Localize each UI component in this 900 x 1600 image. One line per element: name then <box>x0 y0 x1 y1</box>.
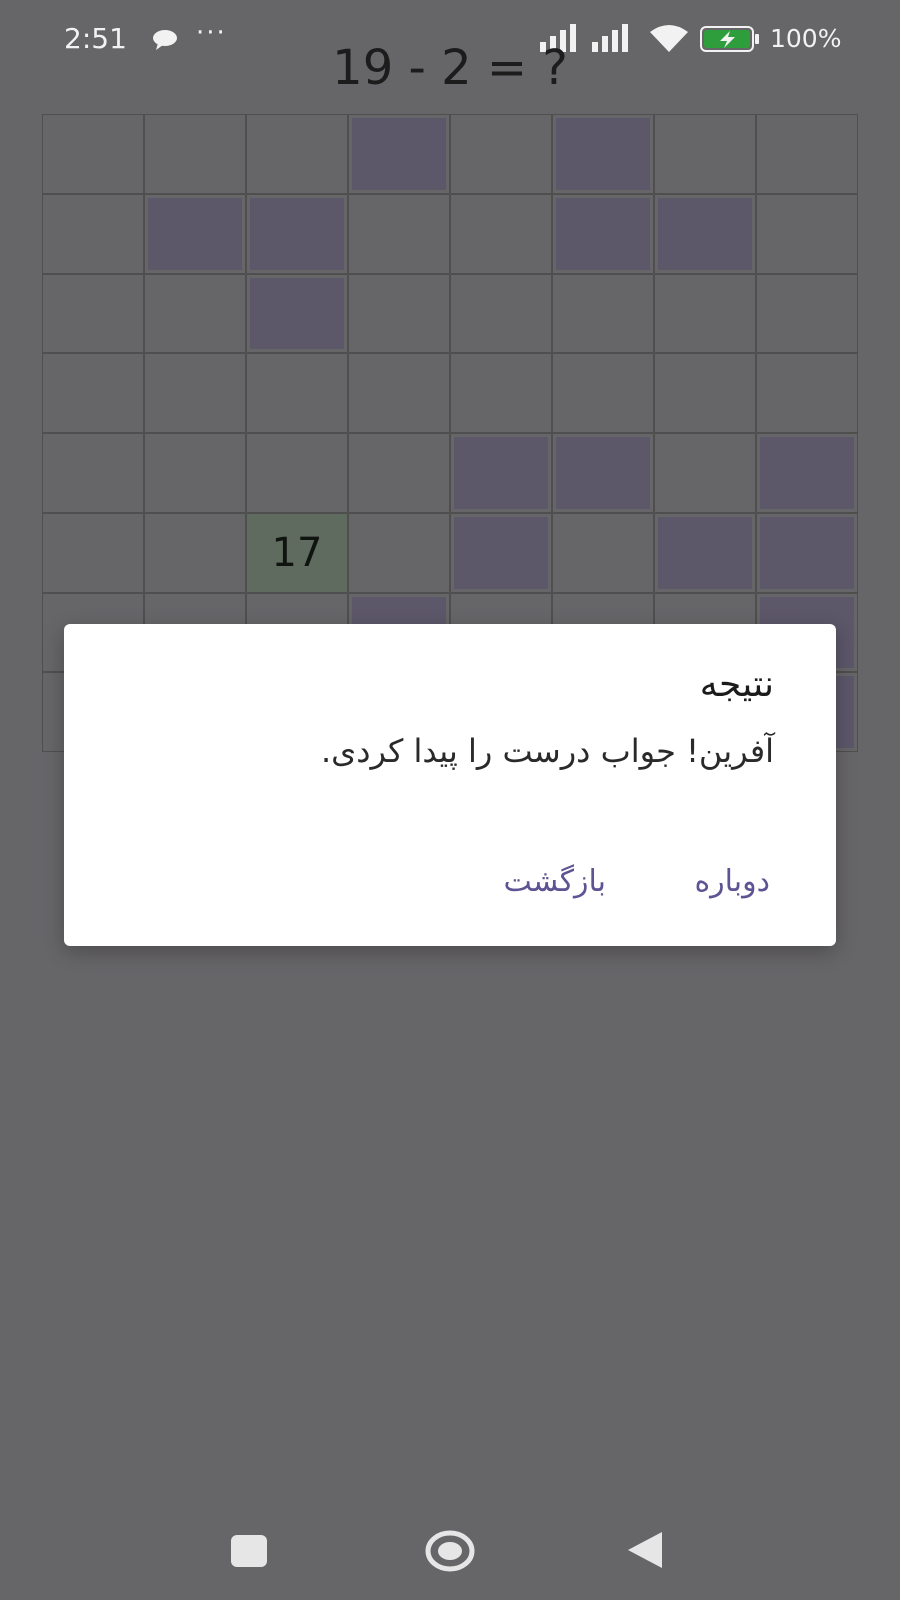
grid-cell[interactable] <box>450 512 552 593</box>
grid-cell[interactable] <box>654 114 756 194</box>
grid-cell[interactable] <box>450 353 552 433</box>
system-nav-bar <box>0 1500 900 1600</box>
grid-cell[interactable] <box>246 353 348 433</box>
grid-cell[interactable] <box>42 512 144 593</box>
grid-cell[interactable] <box>756 353 858 433</box>
grid-cell[interactable] <box>348 273 450 354</box>
grid-cell[interactable] <box>756 273 858 354</box>
grid-cell[interactable] <box>348 193 450 274</box>
grid-cell[interactable] <box>756 512 858 593</box>
answer-cell[interactable]: 17 <box>246 512 348 593</box>
grid-cell[interactable] <box>348 353 450 433</box>
grid-cell[interactable] <box>144 353 246 433</box>
grid-cell[interactable] <box>552 114 654 194</box>
grid-cell[interactable] <box>552 273 654 354</box>
grid-cell[interactable] <box>552 353 654 433</box>
grid-cell[interactable] <box>144 114 246 194</box>
grid-cell[interactable] <box>654 353 756 433</box>
grid-cell[interactable] <box>654 433 756 513</box>
equation-title: 19 - 2 = ? <box>332 40 568 96</box>
result-dialog: نتیجه آفرین! جواب درست را پیدا کردی. دوب… <box>64 624 836 946</box>
grid-cell[interactable] <box>144 193 246 274</box>
grid-cell[interactable] <box>348 114 450 194</box>
grid-cell[interactable] <box>348 433 450 513</box>
grid-cell[interactable] <box>552 193 654 274</box>
grid-cell[interactable] <box>756 193 858 274</box>
grid-cell[interactable] <box>450 114 552 194</box>
grid-cell[interactable] <box>654 193 756 274</box>
grid-cell[interactable] <box>450 273 552 354</box>
back-button[interactable]: بازگشت <box>504 864 606 899</box>
grid-cell[interactable] <box>756 114 858 194</box>
grid-cell[interactable] <box>552 512 654 593</box>
grid-cell[interactable] <box>450 433 552 513</box>
back-icon[interactable] <box>626 1530 666 1570</box>
grid-cell[interactable] <box>42 273 144 354</box>
home-icon[interactable] <box>425 1530 475 1572</box>
grid-cell[interactable] <box>450 193 552 274</box>
dialog-message: آفرین! جواب درست را پیدا کردی. <box>320 732 774 770</box>
grid-cell[interactable] <box>144 433 246 513</box>
grid-cell[interactable] <box>552 433 654 513</box>
grid-cell[interactable] <box>144 512 246 593</box>
grid-cell[interactable] <box>246 273 348 354</box>
grid-cell[interactable] <box>654 273 756 354</box>
grid-cell[interactable] <box>42 353 144 433</box>
grid-cell[interactable] <box>42 433 144 513</box>
grid-cell[interactable] <box>246 433 348 513</box>
grid-cell[interactable] <box>42 193 144 274</box>
grid-cell[interactable] <box>246 193 348 274</box>
dialog-title: نتیجه <box>699 664 774 705</box>
grid-cell[interactable] <box>756 433 858 513</box>
grid-cell[interactable] <box>348 512 450 593</box>
recent-apps-icon[interactable] <box>231 1535 267 1567</box>
grid-cell[interactable] <box>654 512 756 593</box>
grid-cell[interactable] <box>144 273 246 354</box>
grid-cell[interactable] <box>246 114 348 194</box>
answer-cell-value: 17 <box>271 529 323 576</box>
grid-cell[interactable] <box>42 114 144 194</box>
again-button[interactable]: دوباره <box>694 864 770 899</box>
